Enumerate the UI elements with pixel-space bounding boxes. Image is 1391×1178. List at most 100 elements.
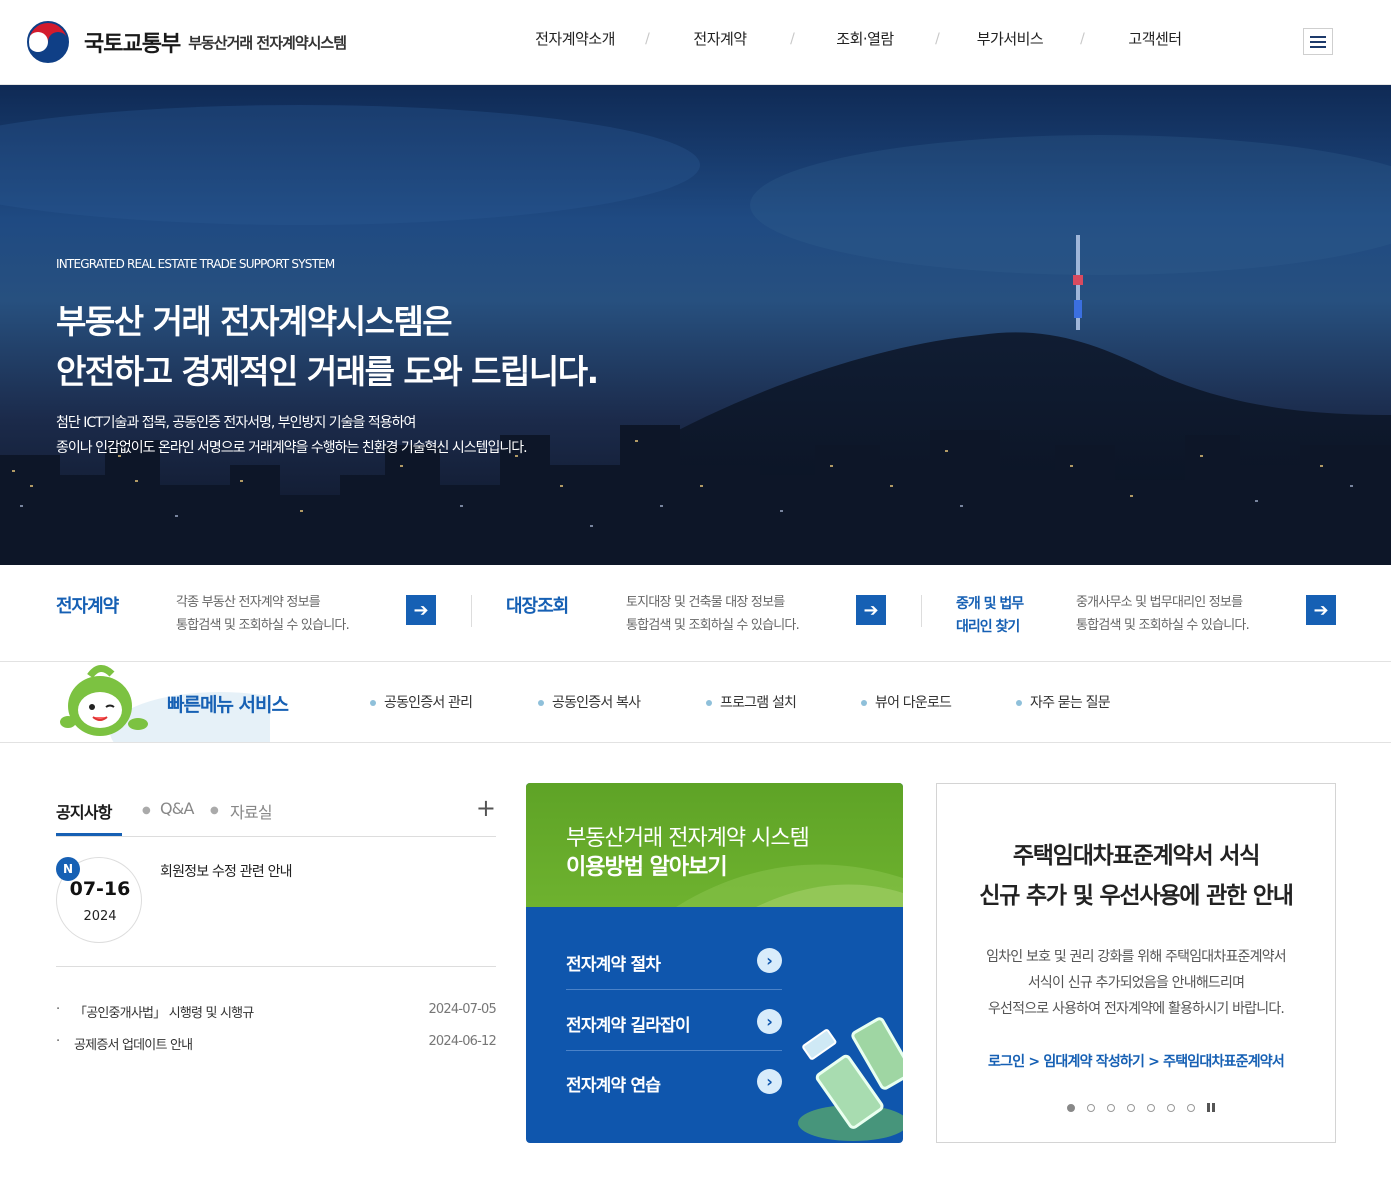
- bullet-icon: [706, 700, 712, 706]
- guide-link-guidebook[interactable]: 전자계약 길라잡이 ›: [566, 991, 782, 1051]
- main-nav: 전자계약소개 / 전자계약 / 조회·열람 / 부가서비스 / 고객센터: [510, 28, 1220, 49]
- service-description: 토지대장 및 건축물 대장 정보를 통합검색 및 조회하실 수 있습니다.: [626, 595, 800, 633]
- divider: [471, 595, 472, 627]
- service-ledger-inquiry[interactable]: 대장조회 토지대장 및 건축물 대장 정보를 통합검색 및 조회하실 수 있습니…: [506, 565, 891, 662]
- list-item[interactable]: · 「공인중개사법」 시행령 및 시행규 2024-07-05: [56, 1002, 497, 1034]
- announcement-link[interactable]: 로그인 > 임대계약 작성하기 > 주택임대차표준계약서: [937, 1051, 1335, 1071]
- hero-description: 첨단 ICT기술과 접목, 공동인증 전자서명, 부인방지 기술을 적용하여 종…: [56, 415, 528, 456]
- nav-customer-center[interactable]: 고객센터: [1090, 28, 1220, 49]
- chevron-right-icon: ›: [757, 1069, 782, 1094]
- quick-link-cert-manage[interactable]: 공동인증서 관리: [370, 692, 473, 712]
- smartphone-illustration-icon: [798, 1017, 903, 1141]
- ministry-logo[interactable]: 국토교통부 부동산거래 전자계약시스템: [22, 16, 347, 68]
- quick-link-program-install[interactable]: 프로그램 설치: [706, 692, 797, 712]
- guide-link-label: 전자계약 연습: [566, 1076, 661, 1096]
- nav-separator: /: [1080, 30, 1085, 47]
- tab-notice[interactable]: 공지사항: [56, 799, 112, 823]
- carousel-dot[interactable]: [1087, 1103, 1095, 1112]
- announcement-body: 임차인 보호 및 권리 강화를 위해 주택임대차표준계약서 서식이 신규 추가되…: [986, 949, 1287, 1017]
- bullet-icon: [1016, 700, 1022, 706]
- new-badge: N: [56, 857, 80, 881]
- tab-separator: ●: [142, 805, 151, 816]
- service-links: 전자계약 각종 부동산 전자계약 정보를 통합검색 및 조회하실 수 있습니다.…: [0, 565, 1391, 662]
- featured-notice-title[interactable]: 회원정보 수정 관련 안내: [160, 861, 293, 881]
- bullet-icon: [370, 700, 376, 706]
- ministry-name: 국토교통부: [84, 32, 181, 57]
- service-description: 각종 부동산 전자계약 정보를 통합검색 및 조회하실 수 있습니다.: [176, 595, 350, 633]
- carousel-dot[interactable]: [1147, 1103, 1155, 1112]
- announcement-title: 주택임대차표준계약서 서식 신규 추가 및 우선사용에 관한 안내: [979, 843, 1294, 909]
- quick-link-cert-copy[interactable]: 공동인증서 복사: [538, 692, 641, 712]
- guide-header: 부동산거래 전자계약 시스템 이용방법 알아보기: [526, 783, 903, 907]
- notice-board: 공지사항 ● Q&A ● 자료실 + 07-16 2024 N 회원정보 수정 …: [56, 795, 497, 1066]
- system-name: 부동산거래 전자계약시스템: [188, 33, 347, 52]
- arrow-right-icon[interactable]: ➔: [1306, 595, 1336, 625]
- service-description: 중개사무소 및 법무대리인 정보를 통합검색 및 조회하실 수 있습니다.: [1076, 595, 1250, 633]
- hero-title: 부동산 거래 전자계약시스템은 안전하고 경제적인 거래를 도와 드립니다.: [56, 302, 599, 391]
- hamburger-icon[interactable]: [1303, 28, 1333, 55]
- notice-date: 2024-06-12: [428, 1034, 496, 1049]
- guide-link-label: 전자계약 길라잡이: [566, 1016, 691, 1036]
- quick-link-label: 프로그램 설치: [720, 695, 797, 711]
- service-e-contract[interactable]: 전자계약 각종 부동산 전자계약 정보를 통합검색 및 조회하실 수 있습니다.…: [56, 565, 441, 662]
- nav-separator: /: [645, 30, 650, 47]
- quick-link-label: 자주 묻는 질문: [1030, 695, 1111, 711]
- service-title: 중개 및 법무 대리인 찾기: [956, 596, 1024, 635]
- notice-title[interactable]: 공제증서 업데이트 안내: [74, 1034, 193, 1053]
- quick-link-faq[interactable]: 자주 묻는 질문: [1016, 692, 1111, 712]
- active-tab-indicator: [56, 833, 122, 836]
- guide-link-label: 전자계약 절차: [566, 955, 661, 975]
- service-find-agent[interactable]: 중개 및 법무 대리인 찾기 중개사무소 및 법무대리인 정보를 통합검색 및 …: [956, 565, 1341, 662]
- notice-date: 2024-07-05: [428, 1002, 496, 1017]
- bullet: ·: [56, 1002, 60, 1017]
- guide-link-procedure[interactable]: 전자계약 절차 ›: [566, 930, 782, 990]
- nav-contract-intro[interactable]: 전자계약소개: [510, 28, 640, 49]
- featured-notice[interactable]: 07-16 2024 N 회원정보 수정 관련 안내: [56, 837, 496, 967]
- notice-date: 07-16: [69, 878, 131, 900]
- nav-separator: /: [935, 30, 940, 47]
- guide-subheading: 이용방법 알아보기: [566, 855, 728, 880]
- chevron-right-icon: ›: [757, 948, 782, 973]
- carousel-pagination: [1067, 1103, 1215, 1112]
- notice-title[interactable]: 「공인중개사법」 시행령 및 시행규: [74, 1002, 254, 1021]
- carousel-dot[interactable]: [1187, 1103, 1195, 1112]
- usage-guide-card: 부동산거래 전자계약 시스템 이용방법 알아보기 전자계약 절차 › 전자계약 …: [526, 783, 903, 1143]
- arrow-right-icon[interactable]: ➔: [856, 595, 886, 625]
- tab-separator: ●: [210, 805, 219, 816]
- board-tabs: 공지사항 ● Q&A ● 자료실 +: [56, 795, 496, 837]
- carousel-dot[interactable]: [1067, 1103, 1075, 1112]
- more-plus-icon[interactable]: +: [476, 795, 496, 821]
- bullet-icon: [538, 700, 544, 706]
- site-header: 국토교통부 부동산거래 전자계약시스템 전자계약소개 / 전자계약 / 조회·열람 /…: [0, 0, 1391, 85]
- carousel-dot[interactable]: [1127, 1103, 1135, 1112]
- nav-inquiry[interactable]: 조회·열람: [800, 28, 930, 49]
- service-title: 전자계약: [56, 596, 119, 617]
- bullet: ·: [56, 1034, 60, 1049]
- quick-link-label: 공동인증서 관리: [384, 695, 473, 711]
- carousel-dot[interactable]: [1167, 1103, 1175, 1112]
- nav-separator: /: [790, 30, 795, 47]
- quick-menu: 빠른메뉴 서비스 공동인증서 관리 공동인증서 복사 프로그램 설치 뷰어 다운…: [0, 662, 1391, 743]
- list-item[interactable]: · 공제증서 업데이트 안내 2024-06-12: [56, 1034, 497, 1066]
- quick-link-label: 뷰어 다운로드: [875, 695, 952, 711]
- service-title: 대장조회: [506, 596, 569, 617]
- pause-icon[interactable]: [1207, 1103, 1215, 1112]
- nav-extra-services[interactable]: 부가서비스: [945, 28, 1075, 49]
- notice-year: 2024: [83, 909, 117, 924]
- quick-link-viewer-download[interactable]: 뷰어 다운로드: [861, 692, 952, 712]
- quick-menu-title: 빠른메뉴 서비스: [167, 694, 289, 716]
- notice-list: · 「공인중개사법」 시행령 및 시행규 2024-07-05 · 공제증서 업…: [56, 1002, 497, 1066]
- divider: [921, 595, 922, 627]
- quick-link-label: 공동인증서 복사: [552, 695, 641, 711]
- guide-link-practice[interactable]: 전자계약 연습 ›: [566, 1051, 782, 1111]
- taegeuk-logo-icon: [23, 17, 73, 67]
- hero-subtitle: INTEGRATED REAL ESTATE TRADE SUPPORT SYS…: [56, 257, 335, 271]
- hero-banner: INTEGRATED REAL ESTATE TRADE SUPPORT SYS…: [0, 85, 1391, 565]
- guide-heading: 부동산거래 전자계약 시스템: [566, 826, 810, 851]
- tab-qna[interactable]: Q&A: [160, 799, 194, 818]
- bullet-icon: [861, 700, 867, 706]
- nav-e-contract[interactable]: 전자계약: [655, 28, 785, 49]
- tab-archive[interactable]: 자료실: [230, 799, 273, 823]
- arrow-right-icon[interactable]: ➔: [406, 595, 436, 625]
- carousel-dot[interactable]: [1107, 1103, 1115, 1112]
